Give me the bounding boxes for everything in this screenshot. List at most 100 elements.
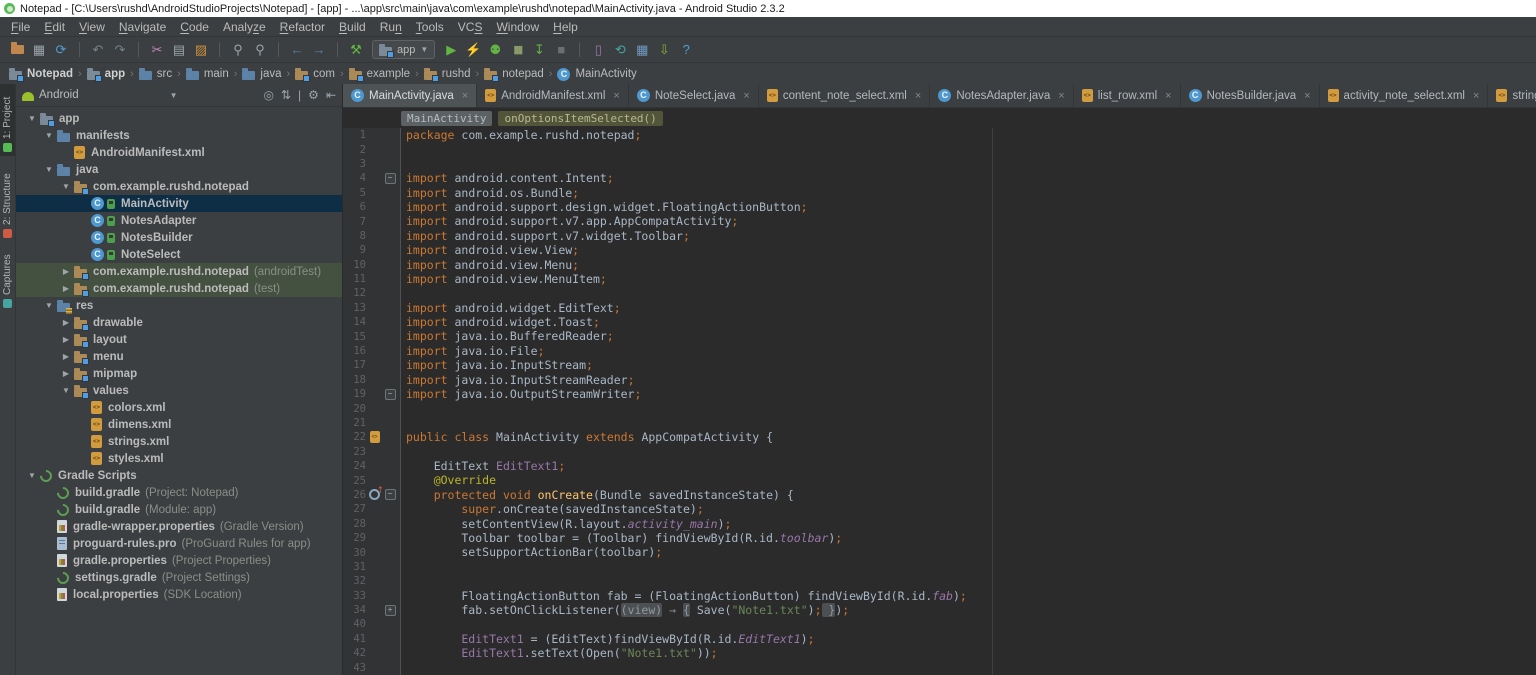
close-icon[interactable]: × <box>743 90 749 102</box>
menu-window[interactable]: Window <box>489 20 546 34</box>
tree-row[interactable]: styles.xml <box>16 450 342 467</box>
settings-icon[interactable]: ⚙ <box>308 88 319 102</box>
tree-expand-icon[interactable]: ▼ <box>24 114 40 123</box>
fold-toggle[interactable]: − <box>383 489 397 501</box>
tree-expand-icon[interactable]: ▼ <box>24 471 40 480</box>
fold-collapse-icon[interactable]: − <box>384 489 396 501</box>
tree-row[interactable]: gradle-wrapper.properties (Gradle Version… <box>16 518 342 535</box>
debug-button[interactable]: ⚉ <box>484 40 506 60</box>
close-icon[interactable]: × <box>613 90 619 102</box>
menu-analyze[interactable]: Analyze <box>216 20 273 34</box>
menu-tools[interactable]: Tools <box>409 20 451 34</box>
tree-row[interactable]: ▼ app <box>16 110 342 127</box>
tree-row[interactable]: gradle.properties (Project Properties) <box>16 552 342 569</box>
fold-toggle[interactable]: − <box>383 172 397 184</box>
menu-edit[interactable]: Edit <box>37 20 72 34</box>
menu-vcs[interactable]: VCS <box>451 20 490 34</box>
editor-tab-androidmanifest.xml[interactable]: AndroidManifest.xml × <box>477 84 629 107</box>
editor-tab-list_row.xml[interactable]: list_row.xml × <box>1074 84 1181 107</box>
close-icon[interactable]: × <box>462 90 468 102</box>
tree-row[interactable]: NoteSelect <box>16 246 342 263</box>
run-configuration-selector[interactable]: app ▼ <box>372 40 436 59</box>
editor-tab-notesbuilder.java[interactable]: NotesBuilder.java × <box>1181 84 1320 107</box>
hide-panel-icon[interactable]: ⇤ <box>326 88 336 102</box>
editor-tab-notesadapter.java[interactable]: NotesAdapter.java × <box>930 84 1074 107</box>
stop-button[interactable]: ■ <box>550 40 572 60</box>
close-icon[interactable]: × <box>1304 90 1310 102</box>
copy-button[interactable]: ▤ <box>168 40 190 60</box>
tree-expand-icon[interactable]: ▼ <box>41 165 57 174</box>
tree-collapse-icon[interactable]: ▶ <box>58 318 74 327</box>
tree-row[interactable]: settings.gradle (Project Settings) <box>16 569 342 586</box>
replace-button[interactable]: ⚲ <box>249 40 271 60</box>
menu-run[interactable]: Run <box>373 20 409 34</box>
tree-row[interactable]: ▶ com.example.rushd.notepad (androidTest) <box>16 263 342 280</box>
close-icon[interactable]: × <box>1165 90 1171 102</box>
breadcrumb-item-example[interactable]: example <box>348 68 411 82</box>
tree-expand-icon[interactable]: ▼ <box>41 301 57 310</box>
close-icon[interactable]: × <box>1058 90 1064 102</box>
sync-gradle-button[interactable]: ⟲ <box>609 40 631 60</box>
menu-code[interactable]: Code <box>173 20 216 34</box>
fold-expand-icon[interactable]: + <box>384 604 396 616</box>
close-icon[interactable]: × <box>915 90 921 102</box>
tree-expand-icon[interactable]: ▼ <box>41 131 57 140</box>
tree-collapse-icon[interactable]: ▶ <box>58 267 74 276</box>
tree-row[interactable]: local.properties (SDK Location) <box>16 586 342 603</box>
breadcrumb-item-src[interactable]: src <box>138 68 173 80</box>
tree-row[interactable]: ▶ drawable <box>16 314 342 331</box>
find-button[interactable]: ⚲ <box>227 40 249 60</box>
tree-row[interactable]: build.gradle (Module: app) <box>16 501 342 518</box>
fold-collapse-icon[interactable]: − <box>384 388 396 400</box>
editor-tab-content_note_select.xml[interactable]: content_note_select.xml × <box>759 84 931 107</box>
back-button[interactable]: ← <box>286 40 308 60</box>
menu-view[interactable]: View <box>72 20 112 34</box>
tree-row[interactable]: MainActivity <box>16 195 342 212</box>
tree-row[interactable]: ▼ com.example.rushd.notepad <box>16 178 342 195</box>
redo-button[interactable]: ↷ <box>109 40 131 60</box>
breadcrumb-chip[interactable]: MainActivity <box>401 110 493 126</box>
tree-row[interactable]: ▶ com.example.rushd.notepad (test) <box>16 280 342 297</box>
tree-collapse-icon[interactable]: ▶ <box>58 369 74 378</box>
run-button[interactable]: ▶ <box>440 40 462 60</box>
tree-row[interactable]: NotesAdapter <box>16 212 342 229</box>
menu-help[interactable]: Help <box>546 20 585 34</box>
tree-row[interactable]: strings.xml <box>16 433 342 450</box>
make-project-button[interactable]: ⚒ <box>345 40 367 60</box>
tree-row[interactable]: dimens.xml <box>16 416 342 433</box>
tree-row[interactable]: ▼ Gradle Scripts <box>16 467 342 484</box>
tree-row[interactable]: build.gradle (Project: Notepad) <box>16 484 342 501</box>
breadcrumb-item-rushd[interactable]: rushd <box>423 68 472 82</box>
collapse-all-icon[interactable]: ⇅ <box>281 88 291 102</box>
tool-window-button-structure[interactable]: 2: Structure <box>0 164 15 242</box>
profile-button[interactable]: ▮▮ <box>506 40 528 60</box>
tree-row[interactable]: ▶ mipmap <box>16 365 342 382</box>
editor-tab-mainactivity.java[interactable]: MainActivity.java × <box>343 84 478 107</box>
avd-manager-button[interactable]: ▯ <box>587 40 609 60</box>
menu-build[interactable]: Build <box>332 20 373 34</box>
save-all-button[interactable]: ▦ <box>28 40 50 60</box>
tree-row[interactable]: ▼ res <box>16 297 342 314</box>
fold-toggle[interactable]: + <box>383 604 397 616</box>
tree-expand-icon[interactable]: ▼ <box>58 182 74 191</box>
breadcrumb-item-notepad[interactable]: notepad <box>483 68 545 82</box>
editor-tab-activity_note_select.xml[interactable]: activity_note_select.xml × <box>1320 84 1489 107</box>
open-button[interactable] <box>6 40 28 60</box>
tree-row[interactable]: ▼ java <box>16 161 342 178</box>
help-button[interactable]: ? <box>675 40 697 60</box>
menu-navigate[interactable]: Navigate <box>112 20 173 34</box>
breadcrumb-item-main[interactable]: main <box>185 68 230 80</box>
tree-expand-icon[interactable]: ▼ <box>58 386 74 395</box>
forward-button[interactable]: → <box>308 40 330 60</box>
breadcrumb-item-com[interactable]: com <box>294 68 336 82</box>
close-icon[interactable]: × <box>1473 90 1479 102</box>
synchronize-button[interactable]: ⟳ <box>50 40 72 60</box>
sdk-manager-button[interactable]: ⇩ <box>653 40 675 60</box>
editor-tab-noteselect.java[interactable]: NoteSelect.java × <box>629 84 759 107</box>
tree-row[interactable]: ▼ values <box>16 382 342 399</box>
tool-window-button-project[interactable]: 1: Project <box>0 84 15 156</box>
cut-button[interactable]: ✂ <box>146 40 168 60</box>
tree-row[interactable]: ▶ menu <box>16 348 342 365</box>
undo-button[interactable]: ↶ <box>87 40 109 60</box>
breadcrumb-item-app[interactable]: app <box>86 68 126 82</box>
